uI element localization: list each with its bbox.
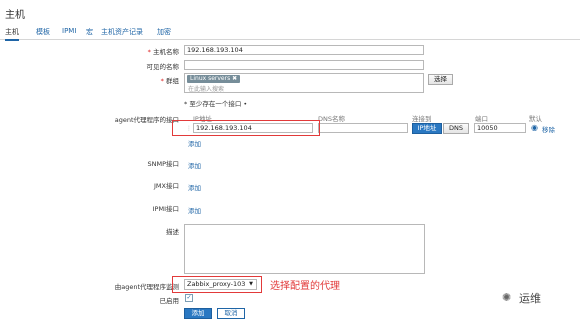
tab-macros[interactable]: 宏 (86, 27, 93, 37)
enabled-checkbox[interactable]: ✓ (185, 294, 193, 302)
hostname-input[interactable]: 192.168.193.104 (184, 45, 424, 55)
groups-label: * 群组 (160, 77, 179, 85)
connect-dns-button[interactable]: DNS (443, 123, 469, 134)
agent-port-input[interactable]: 10050 (474, 123, 526, 133)
jmx-add-link[interactable]: 添加 (188, 182, 201, 192)
groups-select-button[interactable]: 选择 (428, 74, 453, 85)
visible-name-input[interactable] (184, 60, 424, 70)
proxy-highlight-box (172, 276, 262, 293)
connect-ip-button[interactable]: IP地址 (412, 123, 442, 134)
proxy-annotation: 选择配置的代理 (270, 281, 340, 292)
snmp-label: SNMP接口 (147, 160, 179, 168)
description-label: 描述 (166, 228, 179, 236)
tab-inventory[interactable]: 主机资产记录 (101, 27, 143, 37)
agent-add-link[interactable]: 添加 (188, 138, 201, 148)
visible-name-label: 可见的名称 (146, 63, 180, 71)
tab-bar: 主机 模板 IPMI 宏 主机资产记录 加密 (0, 26, 580, 41)
default-radio-icon[interactable]: ◉ (531, 123, 538, 132)
host-form: * 主机名称 192.168.193.104 可见的名称 * 群组 Linux … (0, 41, 580, 326)
ipmi-label: IPMI接口 (152, 205, 179, 213)
interface-hint: * 至少存在一个接口 • (184, 100, 248, 108)
ipmi-add-link[interactable]: 添加 (188, 205, 201, 215)
agent-dns-input[interactable] (318, 123, 408, 133)
add-button[interactable]: 添加 (184, 308, 212, 319)
agent-interface-label: agent代理程序的接口 (114, 116, 179, 124)
tab-templates[interactable]: 模板 (36, 27, 50, 37)
col-default: 默认 (529, 115, 542, 123)
tab-encryption[interactable]: 加密 (157, 27, 171, 37)
snmp-add-link[interactable]: 添加 (188, 160, 201, 170)
page-title: 主机 (5, 10, 25, 21)
hostname-label: * 主机名称 (147, 48, 179, 56)
cancel-button[interactable]: 取消 (217, 308, 245, 319)
wechat-logo-icon: ✺ (502, 291, 512, 304)
agent-remove-link[interactable]: 移除 (542, 124, 555, 134)
tab-host[interactable]: 主机 (5, 27, 19, 41)
watermark-text: 运维 (519, 292, 541, 305)
tab-ipmi[interactable]: IPMI (62, 27, 76, 35)
groups-search-placeholder: 在此输入搜索 (188, 86, 225, 93)
description-textarea[interactable] (184, 224, 425, 274)
col-connect: 连接到 (412, 115, 432, 123)
col-dns: DNS名称 (318, 115, 345, 123)
group-tag: Linux servers ✖ (187, 75, 241, 83)
enabled-label: 已启用 (159, 297, 180, 305)
proxy-label: 由agent代理程序监测 (114, 283, 179, 291)
jmx-label: JMX接口 (154, 182, 179, 190)
check-icon: ✓ (186, 294, 192, 301)
col-port: 端口 (475, 115, 488, 123)
ip-highlight-box (172, 120, 320, 136)
tag-remove-icon[interactable]: ✖ (232, 75, 237, 82)
